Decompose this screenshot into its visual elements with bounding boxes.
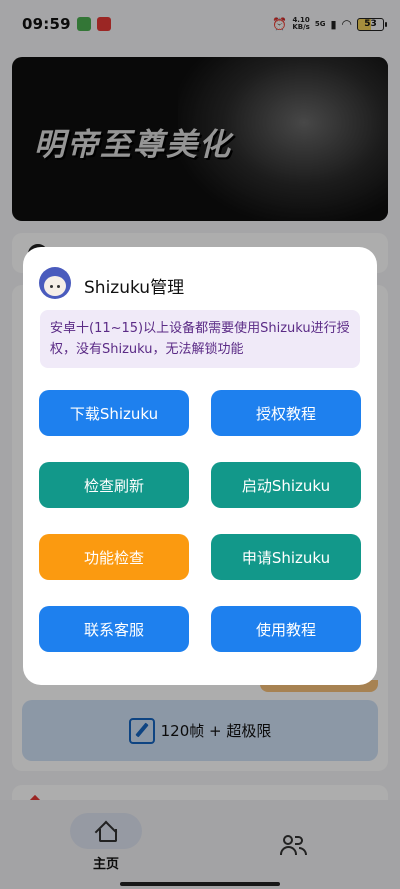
shizuku-dialog: Shizuku管理 安卓十(11~15)以上设备都需要使用Shizuku进行授权… bbox=[23, 247, 377, 685]
request-shizuku-button[interactable]: 申请Shizuku bbox=[211, 534, 361, 580]
contact-support-button[interactable]: 联系客服 bbox=[39, 606, 189, 652]
shizuku-avatar-icon bbox=[39, 267, 71, 299]
auth-tutorial-button[interactable]: 授权教程 bbox=[211, 390, 361, 436]
start-shizuku-button[interactable]: 启动Shizuku bbox=[211, 462, 361, 508]
check-refresh-button[interactable]: 检查刷新 bbox=[39, 462, 189, 508]
dialog-title: Shizuku管理 bbox=[84, 278, 185, 298]
notice-box: 安卓十(11~15)以上设备都需要使用Shizuku进行授权，没有Shizuku… bbox=[40, 310, 360, 368]
download-shizuku-button[interactable]: 下载Shizuku bbox=[39, 390, 189, 436]
usage-tutorial-button[interactable]: 使用教程 bbox=[211, 606, 361, 652]
feature-check-button[interactable]: 功能检查 bbox=[39, 534, 189, 580]
